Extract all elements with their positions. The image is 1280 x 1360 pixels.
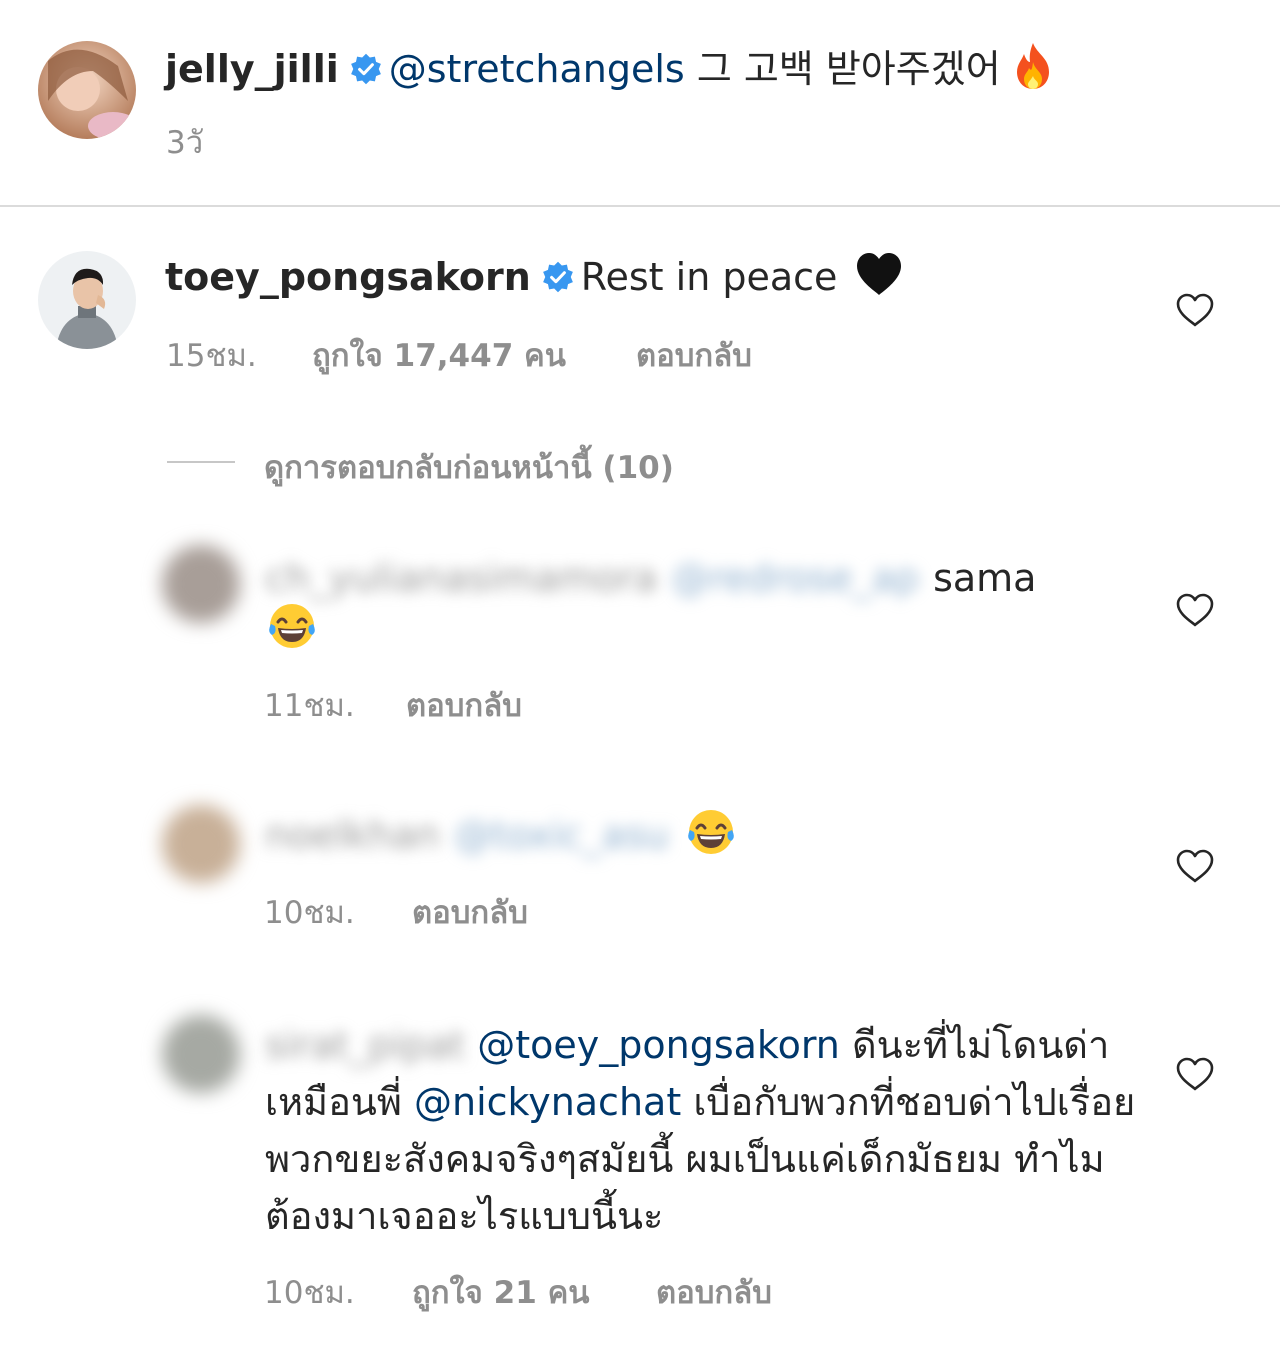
like-heart-icon[interactable]	[1175, 848, 1215, 884]
reply-3: sirat_pipat @toey_pongsakorn ดีนะที่ไม่โ…	[265, 1017, 1145, 1245]
reply-button[interactable]: ตอบกลับ	[412, 887, 528, 937]
mention-link[interactable]: @stretchangels	[389, 47, 685, 91]
comment-time: 15ชม.	[166, 338, 257, 374]
comment-text: 그 고백 받아주겠어	[696, 47, 1001, 91]
mention-blurred[interactable]: @redrose_ap	[671, 556, 919, 600]
tears-of-joy-emoji-icon	[269, 604, 315, 648]
avatar-blurred[interactable]	[162, 545, 240, 623]
username-blurred[interactable]: sirat_pipat	[265, 1023, 465, 1067]
comment-time: 10ชม.	[264, 1275, 355, 1311]
username-blurred[interactable]: ch_yulianasimamora	[265, 556, 657, 600]
verified-badge-icon	[350, 53, 381, 85]
comment-time: 11ชม.	[264, 688, 355, 724]
comment-jelly-jilli: jelly_jilli @stretchangels 그 고백 받아주겠어	[165, 40, 1059, 96]
comment-time: 10ชม.	[264, 895, 355, 931]
mention-link[interactable]: @nickynachat	[414, 1080, 681, 1124]
like-heart-icon[interactable]	[1175, 292, 1215, 328]
view-previous-replies-button[interactable]: ดูการตอบกลับก่อนหน้านี้ (10)	[264, 442, 674, 492]
comment-toey-pongsakorn: toey_pongsakorn Rest in peace	[165, 248, 905, 304]
tears-of-joy-emoji-icon	[688, 810, 734, 854]
reply-button[interactable]: ตอบกลับ	[406, 680, 522, 730]
username-blurred[interactable]: noelkhan	[265, 813, 440, 857]
replies-line	[167, 461, 235, 463]
reply-2: noelkhan @toxic_asu	[265, 806, 737, 862]
username[interactable]: jelly_jilli	[165, 47, 339, 91]
username[interactable]: toey_pongsakorn	[165, 255, 531, 299]
mention-link[interactable]: @toey_pongsakorn	[477, 1023, 840, 1067]
likes-count[interactable]: ถูกใจ 17,447 คน	[312, 330, 566, 380]
avatar-jelly-jilli[interactable]	[38, 41, 136, 139]
fire-emoji-icon	[1016, 43, 1049, 89]
mention-blurred[interactable]: @toxic_asu	[454, 813, 669, 857]
reply-1: ch_yulianasimamora @redrose_ap sama	[265, 550, 1036, 606]
like-heart-icon[interactable]	[1175, 1056, 1215, 1092]
likes-count[interactable]: ถูกใจ 21 คน	[412, 1267, 590, 1317]
comment-text: Rest in peace	[580, 255, 838, 299]
black-heart-emoji-icon	[857, 253, 902, 295]
verified-badge-icon	[542, 261, 573, 293]
comment-time: 3วั	[166, 125, 204, 161]
reply-button[interactable]: ตอบกลับ	[636, 330, 752, 380]
comment-text: sama	[933, 556, 1037, 600]
avatar-blurred[interactable]	[162, 805, 240, 883]
avatar-blurred[interactable]	[162, 1015, 240, 1093]
like-heart-icon[interactable]	[1175, 592, 1215, 628]
avatar-toey-pongsakorn[interactable]	[38, 251, 136, 349]
reply-button[interactable]: ตอบกลับ	[656, 1267, 772, 1317]
divider	[0, 205, 1280, 207]
